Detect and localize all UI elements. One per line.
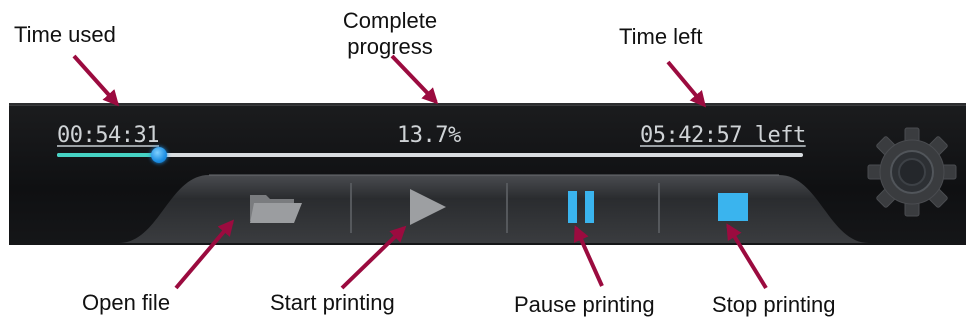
progress-percent-readout: 13.7% xyxy=(397,123,461,148)
start-printing-button[interactable] xyxy=(351,177,501,237)
callout-stop-printing: Stop printing xyxy=(712,292,836,317)
progress-fill xyxy=(57,153,160,157)
stop-printing-button[interactable] xyxy=(659,177,809,237)
arrow-complete-progress xyxy=(390,54,439,105)
pause-icon xyxy=(568,191,594,223)
time-used-readout: 00:54:31 xyxy=(57,123,159,148)
callout-complete-progress: Complete progress xyxy=(342,8,438,59)
callout-time-used: Time used xyxy=(14,22,116,47)
folder-icon xyxy=(250,195,302,223)
play-icon xyxy=(410,189,446,225)
pause-printing-button[interactable] xyxy=(507,177,657,237)
progress-knob[interactable] xyxy=(151,147,168,163)
gear-icon[interactable] xyxy=(867,127,957,217)
arrow-time-left xyxy=(666,60,707,108)
open-file-button[interactable] xyxy=(201,177,351,237)
callout-open-file: Open file xyxy=(82,290,171,315)
print-button-bar xyxy=(119,171,869,243)
progress-slider[interactable] xyxy=(57,147,803,163)
callout-pause-printing: Pause printing xyxy=(514,292,655,317)
stop-icon xyxy=(718,193,748,221)
arrow-time-used xyxy=(72,54,120,107)
callout-start-printing: Start printing xyxy=(270,290,395,315)
callout-time-left: Time left xyxy=(619,24,703,49)
time-left-readout: 05:42:57 left xyxy=(640,123,806,148)
print-control-panel: 00:54:31 13.7% 05:42:57 left xyxy=(9,103,966,245)
